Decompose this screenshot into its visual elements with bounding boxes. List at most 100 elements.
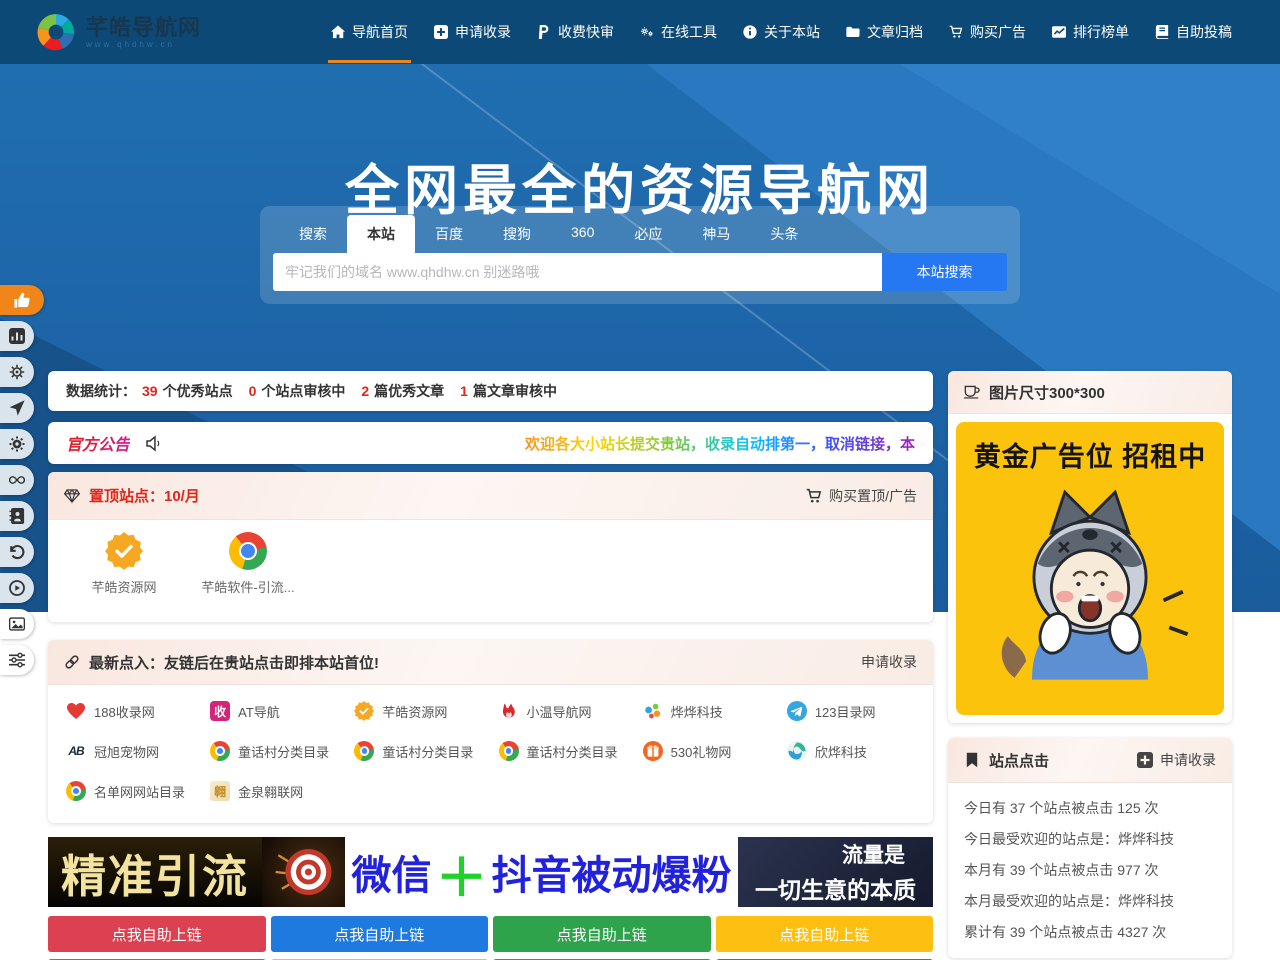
banner-ads-row: 精准引流 微信 ＋ 抖音被动爆粉 [48,837,933,907]
site-link-label: 冠旭宠物网 [94,742,159,761]
self-link-button-1[interactable]: 点我自助上链 [271,916,489,952]
telegram-icon [787,701,807,721]
right-column: 图片尺寸300*300 黄金广告位 招租中 [948,371,1232,958]
nav-item-label: 文章归档 [867,22,923,42]
site-link-label: 123目录网 [815,702,876,721]
site-link[interactable]: 收 AT导航 [202,691,346,731]
clicks-header: 站点点击 申请收录 [948,738,1232,783]
dock-bar-chart-button[interactable] [0,321,34,351]
click-stat-line: 本月最受欢迎的站点是：烨烨科技 [964,886,1216,917]
dock-gear-button[interactable] [0,429,34,459]
site-link[interactable]: 童话村分类目录 [491,731,635,771]
bar-chart-icon [9,328,25,344]
self-link-button-0[interactable]: 点我自助上链 [48,916,266,952]
pinned-site-label: 芊皓资源网 [91,577,156,596]
search-engine-tabs: 搜索本站百度搜狗360必应神马头条 [279,215,1007,253]
site-link[interactable]: 童话村分类目录 [346,731,490,771]
search-tab-4[interactable]: 360 [551,215,614,253]
plus-square-icon [1137,752,1153,768]
image-icon [9,616,25,632]
search-tab-5[interactable]: 必应 [614,215,682,253]
site-link[interactable]: 翱金泉翱联网 [202,771,346,811]
search-panel: 搜索本站百度搜狗360必应神马头条 本站搜索 [260,206,1020,304]
logo-subtitle: www.qhdhw.cn [86,40,201,49]
banner-douyin-text: 抖音被动爆粉 [492,843,732,901]
apply-listing-link[interactable]: 申请收录 [861,652,917,672]
chrome-icon [229,532,267,570]
spark-icon [643,701,663,721]
banner-ad-target[interactable] [262,837,345,907]
latest-links-card: 最新点入：友链后在贵站点击即排本站首位! 申请收录 188收录网收AT导航芊皓资… [48,640,933,823]
nav-item-8[interactable]: 自助投稿 [1142,0,1245,64]
chrome-icon [499,741,519,761]
dock-address-book-button[interactable] [0,501,34,531]
search-tab-2[interactable]: 百度 [415,215,483,253]
paypal-icon [537,25,551,39]
pinned-site[interactable]: 芊皓软件-引流... [186,532,310,622]
gold-ad-slot[interactable]: 黄金广告位 招租中 [956,422,1224,715]
site-link[interactable]: 名单网网站目录 [58,771,202,811]
search-tab-6[interactable]: 神马 [682,215,750,253]
dock-gear-outline-button[interactable] [0,357,34,387]
nav-item-5[interactable]: 文章归档 [833,0,936,64]
self-link-button-2[interactable]: 点我自助上链 [493,916,711,952]
badge-check-icon [105,532,143,570]
banner-ad-slogan[interactable]: 流量是 一切生意的本质 [738,837,933,907]
info-icon [743,25,757,39]
nav-item-label: 关于本站 [764,22,820,42]
apply-listing-link-2[interactable]: 申请收录 [1137,750,1216,770]
nav-item-4[interactable]: 关于本站 [730,0,833,64]
dock-infinity-button[interactable] [0,465,34,495]
dock-play-circle-button[interactable] [0,573,34,603]
gift-icon [643,741,663,761]
badge-check-icon [354,701,374,721]
apply-listing-label: 申请收录 [1160,750,1216,770]
dock-thumbs-up-button[interactable] [0,285,44,315]
self-link-button-3[interactable]: 点我自助上链 [716,916,934,952]
site-logo[interactable]: 芊皓导航网 www.qhdhw.cn [35,0,201,64]
shou-badge-icon: 收 [210,701,230,721]
site-link[interactable]: 小温导航网 [491,691,635,731]
site-link[interactable]: 芊皓资源网 [346,691,490,731]
nav-item-2[interactable]: 收费快审 [524,0,627,64]
site-link[interactable]: 欣烨科技 [779,731,923,771]
dock-undo-button[interactable] [0,537,34,567]
dock-sliders-button[interactable] [0,645,34,675]
thumbs-up-icon [14,292,30,308]
stats-label: 数据统计： [66,381,136,401]
site-link[interactable]: 童话村分类目录 [202,731,346,771]
search-tab-1[interactable]: 本站 [347,215,415,253]
search-input[interactable] [273,253,882,291]
site-link[interactable]: AB冠旭宠物网 [58,731,202,771]
nav-item-1[interactable]: 申请收录 [421,0,524,64]
dock-location-arrow-button[interactable] [0,393,34,423]
ad-body: 黄金广告位 招租中 [948,414,1232,723]
nav-item-0[interactable]: 导航首页 [318,0,421,64]
pinned-site-label: 芊皓软件-引流... [201,577,294,596]
gear-outline-icon [9,364,25,380]
site-link[interactable]: 烨烨科技 [635,691,779,731]
stat-number: 0 [249,383,257,399]
site-link[interactable]: 123目录网 [779,691,923,731]
banner-ad-wechat-douyin[interactable]: 微信 ＋ 抖音被动爆粉 [345,837,738,907]
pinned-site[interactable]: 芊皓资源网 [62,532,186,622]
site-link[interactable]: 530礼物网 [635,731,779,771]
site-link[interactable]: 188收录网 [58,691,202,731]
nav-item-7[interactable]: 排行榜单 [1039,0,1142,64]
search-tab-0[interactable]: 搜索 [279,215,347,253]
search-button[interactable]: 本站搜索 [882,253,1007,291]
dock-image-button[interactable] [0,609,34,639]
stat-number: 1 [460,383,468,399]
search-tab-3[interactable]: 搜狗 [483,215,551,253]
bookmark-icon [964,752,980,768]
ad-card-title-wrap: 图片尺寸300*300 [964,382,1105,403]
site-link-label: AT导航 [238,702,280,721]
buy-pin-ad-link[interactable]: 购买置顶/广告 [806,486,917,506]
banner-ad-traffic[interactable]: 精准引流 [48,837,262,907]
nav-item-3[interactable]: 在线工具 [627,0,730,64]
search-tab-7[interactable]: 头条 [750,215,818,253]
cart-icon [806,488,822,504]
stat-number: 2 [361,383,369,399]
nav-item-6[interactable]: 购买广告 [936,0,1039,64]
click-stat-line: 今日有 37 个站点被点击 125 次 [964,793,1216,824]
